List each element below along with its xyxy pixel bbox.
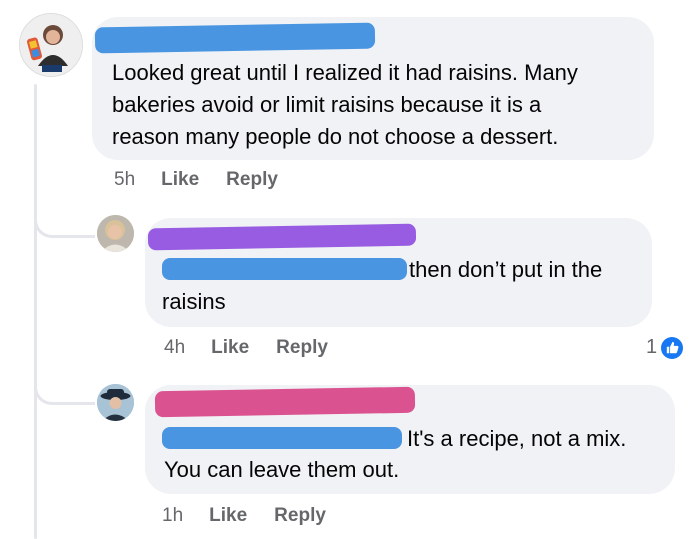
comment-text: raisins (162, 289, 226, 314)
like-button[interactable]: Like (211, 337, 249, 359)
profile-photo-icon (97, 384, 134, 421)
comment-actions: 5h Like Reply (114, 169, 278, 191)
commenter-avatar[interactable] (97, 384, 134, 421)
comment-timestamp[interactable]: 4h (164, 337, 185, 359)
profile-photo-icon (97, 215, 134, 252)
comment-text: then don’t put in the (409, 257, 603, 282)
reply-button[interactable]: Reply (226, 169, 278, 191)
comment-bubble: Looked great until I realized it had rai… (92, 17, 654, 160)
redacted-name (147, 223, 417, 251)
reaction-count-number: 1 (646, 336, 658, 358)
comment-text: You can leave them out. (164, 457, 400, 482)
like-button[interactable]: Like (161, 169, 199, 191)
like-button[interactable]: Like (209, 505, 247, 527)
comment-bubble: It's a recipe, not a mix. You can leave … (145, 385, 675, 494)
reply-button[interactable]: Reply (274, 505, 326, 527)
redacted-name (154, 386, 416, 418)
redacted-name (94, 22, 376, 54)
commenter-avatar[interactable] (19, 13, 83, 77)
comment-actions: 4h Like Reply (164, 337, 328, 359)
comment-actions: 1h Like Reply (162, 505, 326, 527)
comment-text: It's a recipe, not a mix. (407, 426, 627, 451)
reply-button[interactable]: Reply (276, 337, 328, 359)
redacted-mention (162, 427, 402, 449)
reaction-count[interactable]: 1 (646, 336, 684, 359)
thread-line (34, 84, 37, 539)
comment-bubble: then don’t put in the raisins (145, 218, 652, 327)
comment-timestamp[interactable]: 1h (162, 505, 183, 527)
commenter-avatar[interactable] (97, 215, 134, 252)
reply-connector (34, 372, 95, 405)
profile-photo-icon (20, 14, 82, 76)
redacted-mention (162, 258, 407, 280)
thumbs-up-icon (661, 336, 684, 359)
reply-connector (34, 205, 95, 238)
comment-timestamp[interactable]: 5h (114, 169, 135, 191)
comment-text: Looked great until I realized it had rai… (112, 60, 578, 149)
